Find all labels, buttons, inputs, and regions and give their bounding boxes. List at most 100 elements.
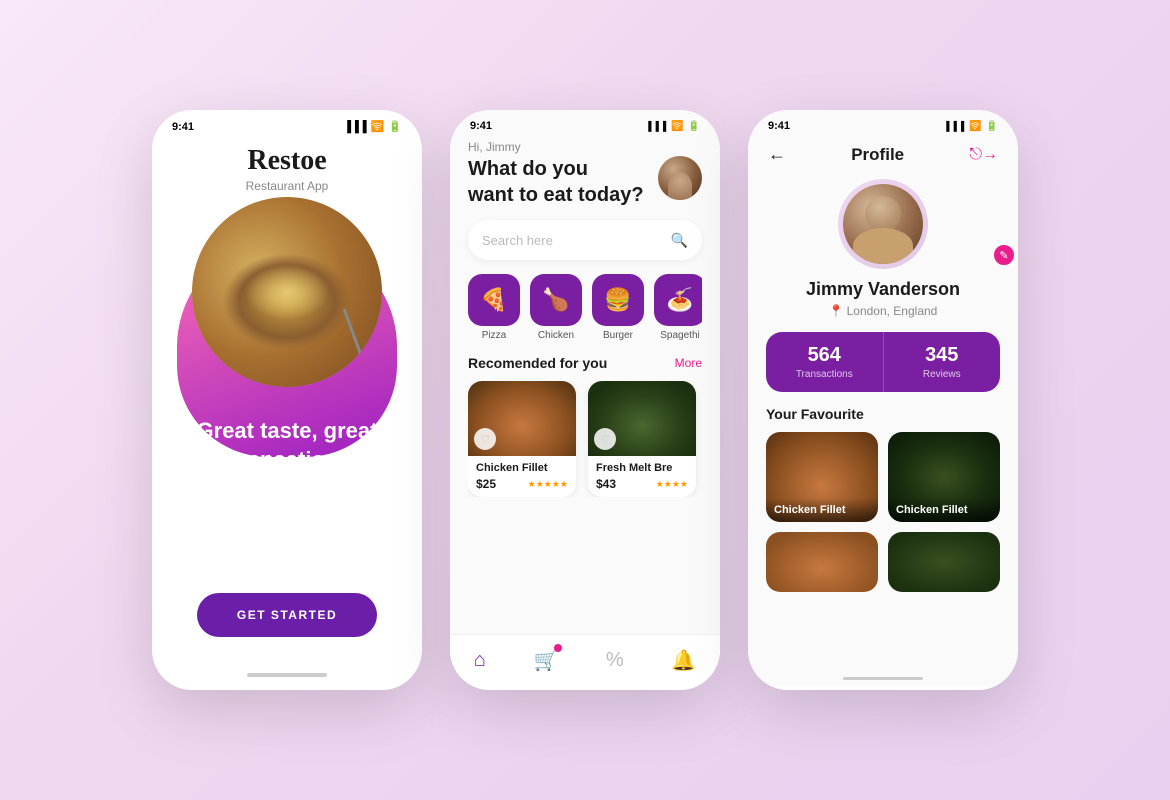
category-list: 🍕 Pizza 🍗 Chicken 🍔 Burger 🍝 Spagethi ≡≡… bbox=[468, 274, 702, 341]
cat-label-chicken: Chicken bbox=[538, 330, 574, 341]
food-bottom-2: $43 ★★★★ bbox=[596, 477, 688, 491]
recommended-header: Recomended for you More bbox=[468, 355, 702, 371]
cat-chicken[interactable]: 🍗 Chicken bbox=[530, 274, 582, 341]
dot-1[interactable] bbox=[272, 505, 278, 511]
location-text: London, England bbox=[847, 304, 938, 318]
dot-2[interactable] bbox=[284, 505, 290, 511]
back-button[interactable]: ← bbox=[768, 144, 786, 165]
cart-badge bbox=[554, 644, 562, 652]
cat-label-burger: Burger bbox=[603, 330, 633, 341]
cat-icon-pizza: 🍕 bbox=[468, 274, 520, 326]
favourites-title: Your Favourite bbox=[766, 406, 1000, 422]
app-title: Restoe bbox=[247, 145, 326, 177]
food-image-inner bbox=[192, 197, 382, 387]
signal-icon-3: ▐▐▐ bbox=[943, 121, 965, 131]
search-placeholder: Search here bbox=[482, 233, 663, 248]
cat-spaghetti[interactable]: 🍝 Spagethi bbox=[654, 274, 702, 341]
food-card-2[interactable]: ♡ Fresh Melt Bre $43 ★★★★ bbox=[588, 381, 696, 497]
fav-card-1[interactable]: Chicken Fillet bbox=[766, 432, 878, 522]
battery-icon-3: 🔋 bbox=[986, 121, 998, 132]
status-bar-3: 9:41 ▐▐▐ 🛜 🔋 bbox=[748, 110, 1018, 136]
favourites-row2 bbox=[766, 532, 1000, 592]
reviews-count: 345 bbox=[884, 344, 1001, 367]
favourite-icon-1[interactable]: ♡ bbox=[474, 428, 496, 450]
fav-card-2[interactable]: Chicken Fillet bbox=[888, 432, 1000, 522]
stat-reviews: 345 Reviews bbox=[884, 332, 1001, 392]
battery-icon: 🔋 bbox=[388, 120, 402, 133]
transactions-label: Transactions bbox=[766, 369, 883, 380]
status-icons-2: ▐▐▐ 🛜 🔋 bbox=[645, 121, 700, 132]
food-price-2: $43 bbox=[596, 477, 616, 491]
hero-text-area: Great taste, great sensation Lorem ipsum… bbox=[152, 417, 422, 512]
nav-cart[interactable]: 🛒 bbox=[533, 648, 558, 673]
cat-icon-burger: 🍔 bbox=[592, 274, 644, 326]
nav-offers[interactable]: % bbox=[606, 649, 624, 672]
food-name-2: Fresh Melt Bre bbox=[596, 462, 688, 474]
profile-avatar-img bbox=[843, 184, 923, 264]
logout-button[interactable]: ⎋→ bbox=[969, 146, 998, 164]
cat-pizza[interactable]: 🍕 Pizza bbox=[468, 274, 520, 341]
reviews-label: Reviews bbox=[884, 369, 1001, 380]
location-icon: 📍 bbox=[829, 304, 844, 318]
profile-avatar-area: ✎ bbox=[748, 179, 1018, 269]
food-info-1: Chicken Fillet $25 ★★★★★ bbox=[468, 456, 576, 497]
profile-location: 📍 London, England bbox=[748, 304, 1018, 318]
time-1: 9:41 bbox=[172, 121, 194, 133]
battery-icon-2: 🔋 bbox=[688, 121, 700, 132]
food-image-2: ♡ bbox=[588, 381, 696, 456]
home-content: Hi, Jimmy What do youwant to eat today? … bbox=[450, 136, 720, 686]
stat-transactions: 564 Transactions bbox=[766, 332, 884, 392]
search-bar[interactable]: Search here 🔍 bbox=[468, 220, 702, 260]
time-3: 9:41 bbox=[768, 120, 790, 132]
nav-notifications[interactable]: 🔔 bbox=[671, 648, 696, 673]
status-icons-3: ▐▐▐ 🛜 🔋 bbox=[943, 121, 998, 132]
phone-3-profile: 9:41 ▐▐▐ 🛜 🔋 ← Profile ⎋→ ✎ Jimmy Vander… bbox=[748, 110, 1018, 690]
signal-icon: ▐▐▐ bbox=[343, 121, 366, 133]
phone-1-splash: 9:41 ▐▐▐ 🛜 🔋 Restoe Restaurant App Great… bbox=[152, 110, 422, 690]
more-button[interactable]: More bbox=[675, 356, 702, 370]
favourites-section: Your Favourite Chicken Fillet Chicken Fi… bbox=[748, 392, 1018, 592]
fav-label-2: Chicken Fillet bbox=[888, 498, 1000, 522]
food-image-1: ♡ bbox=[468, 381, 576, 456]
food-bottom-1: $25 ★★★★★ bbox=[476, 477, 568, 491]
wifi-icon-2: 🛜 bbox=[671, 121, 683, 132]
bottom-nav: ⌂ 🛒 % 🔔 bbox=[450, 634, 720, 686]
user-avatar[interactable] bbox=[658, 156, 702, 200]
status-bar-1: 9:41 ▐▐▐ 🛜 🔋 bbox=[152, 110, 422, 137]
status-icons-1: ▐▐▐ 🛜 🔋 bbox=[343, 120, 402, 133]
edit-avatar-button[interactable]: ✎ bbox=[992, 243, 1016, 267]
time-2: 9:41 bbox=[470, 120, 492, 132]
stats-bar: 564 Transactions 345 Reviews bbox=[766, 332, 1000, 392]
profile-content: ← Profile ⎋→ ✎ Jimmy Vanderson 📍 London,… bbox=[748, 136, 1018, 686]
nav-home[interactable]: ⌂ bbox=[474, 649, 486, 672]
dot-3-active[interactable] bbox=[296, 505, 302, 511]
home-indicator-3 bbox=[843, 677, 923, 680]
greeting-big: What do youwant to eat today? bbox=[468, 156, 644, 208]
wifi-icon-3: 🛜 bbox=[969, 121, 981, 132]
recommended-title: Recomended for you bbox=[468, 355, 607, 371]
home-indicator bbox=[247, 673, 327, 677]
transactions-count: 564 bbox=[766, 344, 883, 367]
app-subtitle: Restaurant App bbox=[246, 179, 329, 193]
signal-icon-2: ▐▐▐ bbox=[645, 121, 667, 131]
fav-card-3[interactable] bbox=[766, 532, 878, 592]
food-card-1[interactable]: ♡ Chicken Fillet $25 ★★★★★ bbox=[468, 381, 576, 497]
favourite-icon-2[interactable]: ♡ bbox=[594, 428, 616, 450]
profile-name: Jimmy Vanderson bbox=[748, 279, 1018, 300]
status-bar-2: 9:41 ▐▐▐ 🛜 🔋 bbox=[450, 110, 720, 136]
cat-icon-spaghetti: 🍝 bbox=[654, 274, 702, 326]
wifi-icon: 🛜 bbox=[371, 120, 385, 133]
food-rating-2: ★★★★ bbox=[656, 479, 688, 490]
food-cards: ♡ Chicken Fillet $25 ★★★★★ ♡ Fresh Melt … bbox=[468, 381, 702, 497]
favourites-grid: Chicken Fillet Chicken Fillet bbox=[766, 432, 1000, 522]
cat-burger[interactable]: 🍔 Burger bbox=[592, 274, 644, 341]
profile-page-title: Profile bbox=[851, 145, 904, 165]
get-started-button[interactable]: GET STARTED bbox=[197, 593, 377, 637]
greeting-small: Hi, Jimmy bbox=[468, 140, 702, 154]
fav-card-4[interactable] bbox=[888, 532, 1000, 592]
greeting-row: What do youwant to eat today? bbox=[468, 156, 702, 208]
pagination-dots bbox=[272, 505, 302, 511]
search-icon: 🔍 bbox=[671, 232, 688, 249]
cat-icon-chicken: 🍗 bbox=[530, 274, 582, 326]
food-price-1: $25 bbox=[476, 477, 496, 491]
